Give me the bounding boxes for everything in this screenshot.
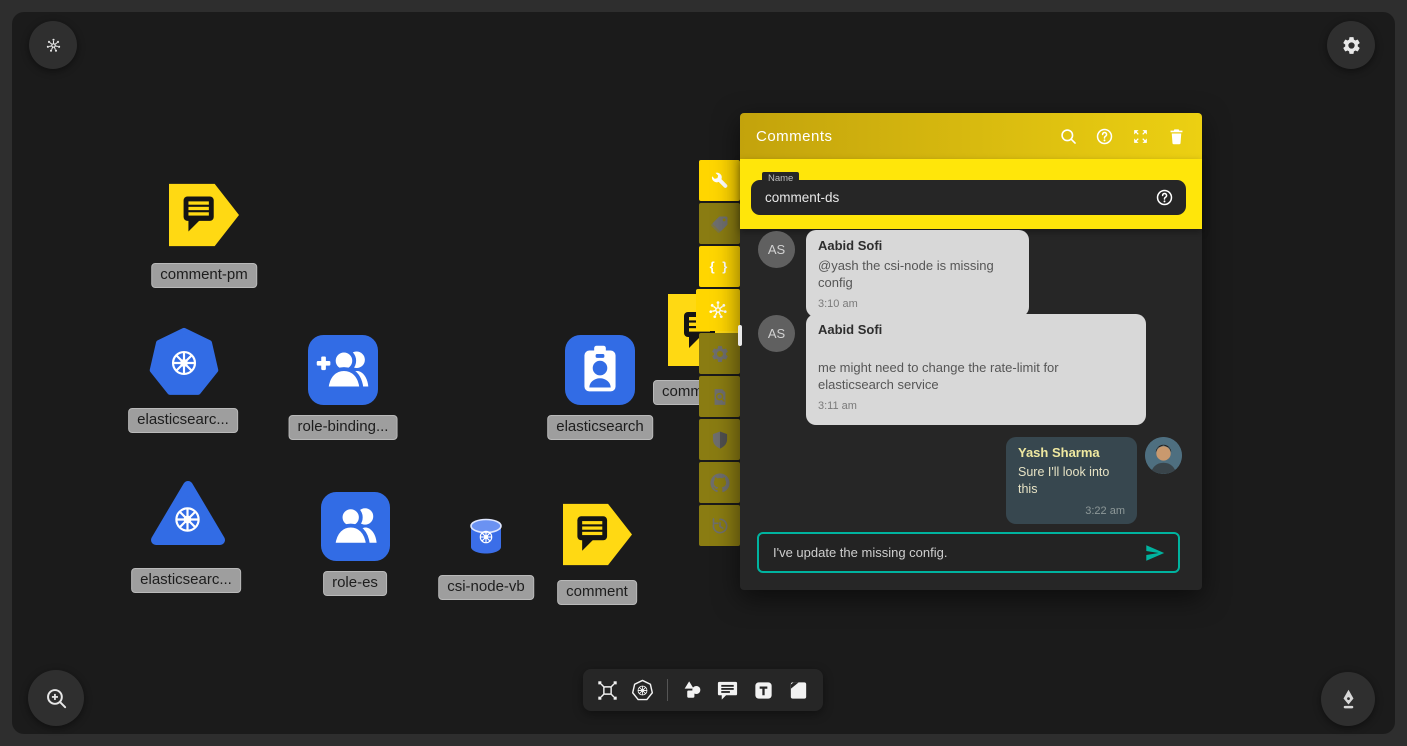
message-bubble: Aabid Sofi me might need to change the r…: [806, 314, 1146, 425]
wrench-icon: [710, 171, 730, 191]
comments-panel: Comments Name AS Aabid Sofi @yash the cs…: [740, 113, 1202, 590]
gear-icon: [710, 344, 730, 364]
message-bubble: Yash Sharma Sure I'll look into this 3:2…: [1006, 437, 1137, 524]
mesh-flower-icon: [707, 299, 729, 321]
message-author: Aabid Sofi: [818, 322, 1134, 337]
document-search-icon: [710, 387, 730, 407]
shapes-icon[interactable]: [681, 679, 704, 702]
message-text: Sure I'll look into this: [1018, 464, 1125, 498]
comment-tool-icon[interactable]: [716, 679, 739, 702]
node-comment[interactable]: [563, 503, 632, 571]
message-text: me might need to change the rate-limit f…: [818, 359, 1134, 393]
kubernetes-triangle-icon: [150, 479, 226, 549]
name-section: Name: [740, 159, 1202, 229]
node-service-account[interactable]: [565, 335, 635, 410]
comments-panel-header: Comments: [740, 113, 1202, 159]
pen-tool-button[interactable]: [1321, 672, 1375, 726]
shield-icon: [710, 430, 730, 450]
toolbar-configure-button[interactable]: [699, 160, 740, 201]
image-tool-icon[interactable]: [787, 679, 810, 702]
settings-button[interactable]: [1327, 21, 1375, 69]
kubernetes-icon[interactable]: [631, 679, 654, 702]
help-icon[interactable]: [1095, 127, 1114, 146]
toolbar-settings-button[interactable]: [699, 333, 740, 374]
gear-icon: [1341, 35, 1362, 56]
node-label: elasticsearch: [547, 415, 653, 440]
search-icon[interactable]: [1059, 127, 1078, 146]
avatar: AS: [758, 231, 795, 268]
canvas-bottom-toolbar: [583, 669, 823, 711]
role-icon: [321, 492, 390, 561]
message-author: Aabid Sofi: [818, 238, 1017, 253]
name-field-label: Name: [762, 172, 799, 185]
node-label: comment: [557, 580, 637, 605]
role-binding-icon: [308, 335, 378, 405]
toolbar-security-button[interactable]: [699, 419, 740, 460]
message-time: 3:11 am: [818, 400, 1134, 412]
comment-input[interactable]: [771, 544, 1144, 561]
toolbar-github-button[interactable]: [699, 462, 740, 503]
node-role-es[interactable]: [321, 492, 390, 566]
avatar-initials: AS: [768, 242, 785, 257]
zoom-in-icon: [44, 686, 69, 711]
history-icon: [710, 516, 730, 536]
toolbar-audit-button[interactable]: [699, 376, 740, 417]
node-elasticsearch-heptagon[interactable]: [148, 327, 220, 404]
mesh-flower-icon: [45, 37, 62, 54]
service-account-icon: [565, 335, 635, 405]
node-label: comment-pm: [151, 263, 257, 288]
pen-nib-icon: [1337, 688, 1360, 711]
profile-photo: [1145, 437, 1182, 474]
zoom-button[interactable]: [28, 670, 84, 726]
toolbar-tags-button[interactable]: [699, 203, 740, 244]
comment-node-icon: [169, 183, 239, 247]
node-label: role-binding...: [289, 415, 398, 440]
message-author: Yash Sharma: [1018, 445, 1125, 460]
panel-title: Comments: [756, 128, 1042, 145]
send-icon[interactable]: [1144, 542, 1166, 564]
node-elasticsearch-triangle[interactable]: [150, 479, 226, 554]
toolbar-history-button[interactable]: [699, 505, 740, 546]
design-diagram-icon[interactable]: [596, 679, 619, 702]
github-icon: [710, 473, 730, 493]
message-text: @yash the csi-node is missing config: [818, 257, 1017, 291]
tag-icon: [710, 214, 730, 234]
field-help-icon[interactable]: [1155, 188, 1174, 207]
kubernetes-heptagon-icon: [148, 327, 220, 399]
message-time: 3:22 am: [1018, 505, 1125, 517]
avatar: AS: [758, 315, 795, 352]
avatar-initials: AS: [768, 326, 785, 341]
text-tool-icon[interactable]: [752, 679, 775, 702]
mesh-sync-button[interactable]: [29, 21, 77, 69]
name-field: [751, 180, 1186, 215]
message-time: 3:10 am: [818, 298, 1017, 310]
message-bubble: Aabid Sofi @yash the csi-node is missing…: [806, 230, 1029, 317]
panel-resize-handle[interactable]: [738, 325, 742, 346]
node-label: csi-node-vb: [438, 575, 534, 600]
node-label: elasticsearc...: [131, 568, 241, 593]
name-input[interactable]: [763, 189, 1155, 206]
toolbar-json-button[interactable]: { }: [699, 246, 740, 287]
comment-node-icon: [563, 503, 632, 566]
avatar-photo: [1145, 437, 1182, 474]
toolbar-mesh-button[interactable]: [696, 289, 740, 331]
node-role-binding[interactable]: [308, 335, 378, 410]
toolbar-divider: [667, 679, 668, 701]
comment-composer: [757, 532, 1180, 573]
braces-icon: { }: [710, 259, 730, 274]
expand-icon[interactable]: [1131, 127, 1150, 146]
node-comment-pm[interactable]: [169, 183, 239, 252]
node-label: role-es: [323, 571, 387, 596]
node-label: elasticsearc...: [128, 408, 238, 433]
node-csi-node-vb[interactable]: [468, 517, 504, 562]
trash-icon[interactable]: [1167, 127, 1186, 146]
storage-cylinder-icon: [468, 517, 504, 557]
